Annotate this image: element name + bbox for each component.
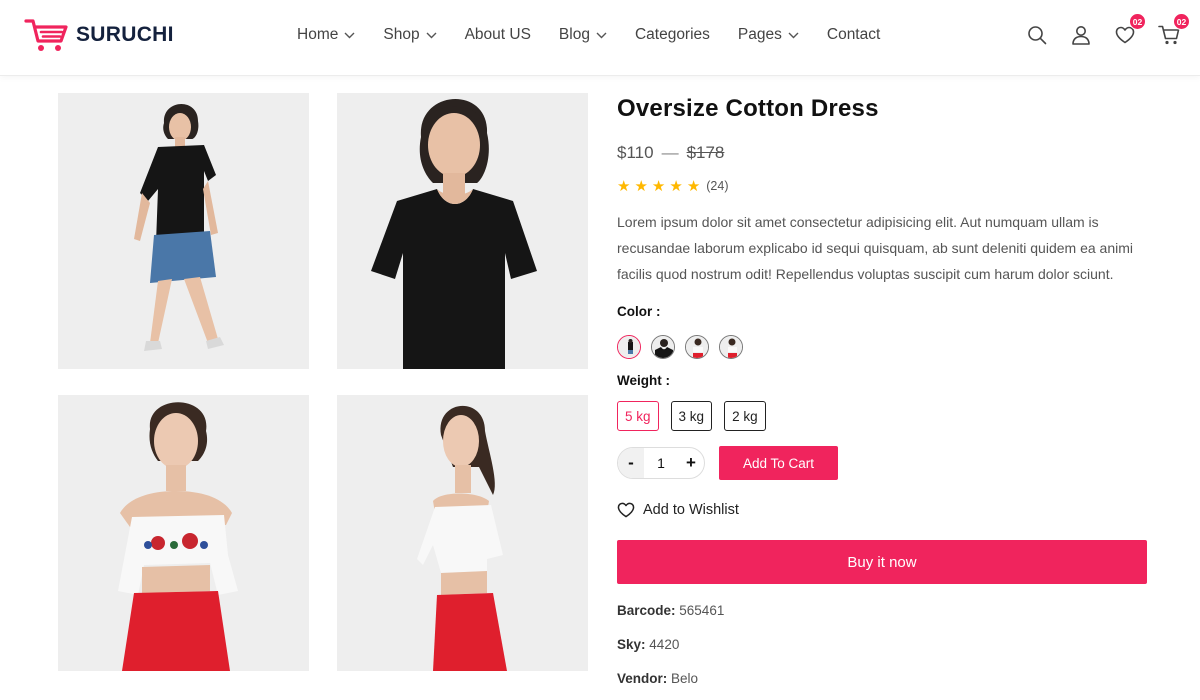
nav-categories[interactable]: Categories	[635, 26, 710, 44]
vendor-row: Vendor: Belo	[617, 671, 698, 686]
star-icon: ★	[617, 178, 631, 195]
sky-value: 4420	[649, 637, 680, 652]
nav-home[interactable]: Home	[297, 26, 355, 44]
color-label: Color :	[617, 304, 661, 319]
nav-about-label: About US	[464, 26, 531, 43]
heart-icon	[617, 502, 635, 518]
barcode-row: Barcode: 565461	[617, 603, 724, 618]
brand-name: SURUCHI	[76, 23, 174, 46]
cart-button[interactable]: 02	[1156, 13, 1190, 48]
user-icon	[1072, 26, 1090, 45]
add-to-wishlist-link[interactable]: Add to Wishlist	[617, 502, 739, 518]
nav-contact[interactable]: Contact	[827, 26, 880, 44]
swatch-thumbnail	[720, 336, 742, 358]
cart-count-badge: 02	[1173, 13, 1190, 30]
model-black-tee-closeup-image	[337, 93, 588, 369]
chevron-down-icon	[596, 32, 607, 38]
search-button[interactable]	[1024, 22, 1050, 48]
site-header: SURUCHI Home Shop About US Blog Categori…	[0, 0, 1200, 76]
nav-pages-label: Pages	[737, 26, 782, 43]
nav-shop[interactable]: Shop	[383, 26, 437, 44]
nav-categories-label: Categories	[634, 26, 710, 43]
product-image-1[interactable]	[58, 93, 309, 369]
sky-row: Sky: 4420	[617, 637, 679, 652]
chevron-down-icon	[788, 32, 799, 38]
nav-blog[interactable]: Blog	[559, 26, 607, 44]
nav-about[interactable]: About US	[465, 26, 531, 44]
model-white-offshoulder-side-image	[337, 395, 588, 671]
product-description: Lorem ipsum dolor sit amet consectetur a…	[617, 214, 1133, 282]
star-icon: ★	[686, 178, 701, 195]
color-swatch-3[interactable]	[685, 335, 709, 359]
color-swatch-2[interactable]	[651, 335, 675, 359]
color-swatches	[617, 335, 753, 359]
nav-pages[interactable]: Pages	[738, 26, 799, 44]
weight-option-2kg[interactable]: 2 kg	[724, 401, 766, 431]
buy-now-button[interactable]: Buy it now	[617, 540, 1147, 584]
weight-option-3kg[interactable]: 3 kg	[670, 401, 713, 431]
sky-label: Sky:	[617, 637, 646, 652]
logo[interactable]: SURUCHI	[24, 17, 174, 53]
nav-shop-label: Shop	[383, 26, 420, 43]
product-image-3[interactable]	[58, 395, 309, 671]
header-actions: 02 02	[1024, 13, 1200, 48]
nav-home-label: Home	[297, 26, 339, 43]
wishlist-button[interactable]: 02	[1112, 13, 1146, 48]
star-icon: ★	[634, 178, 648, 195]
vendor-label: Vendor:	[617, 671, 668, 686]
model-white-floral-offshoulder-image	[58, 395, 309, 671]
account-button[interactable]	[1068, 22, 1094, 48]
price-original: $178	[686, 143, 725, 162]
review-count[interactable]: (24)	[706, 179, 728, 193]
rating: ★ ★ ★ ★ ★ (24)	[617, 177, 729, 195]
price-current: $110	[617, 143, 654, 162]
chevron-down-icon	[426, 32, 437, 38]
star-icon: ★	[651, 178, 666, 195]
weight-option-5kg[interactable]: 5 kg	[617, 401, 659, 431]
add-to-cart-button[interactable]: Add To Cart	[719, 446, 838, 480]
color-swatch-1[interactable]	[617, 335, 641, 359]
wishlist-label: Add to Wishlist	[643, 502, 739, 518]
vendor-value[interactable]: Belo	[671, 671, 698, 686]
product-image-4[interactable]	[337, 395, 588, 671]
quantity-value[interactable]: 1	[657, 455, 665, 471]
weight-label: Weight :	[617, 373, 670, 388]
swatch-thumbnail	[686, 336, 708, 358]
product-title: Oversize Cotton Dress	[617, 95, 879, 122]
wishlist-count-badge: 02	[1129, 13, 1146, 30]
nav-contact-label: Contact	[826, 26, 881, 43]
search-icon	[1028, 26, 1047, 45]
weight-options: 5 kg 3 kg 2 kg	[617, 401, 778, 431]
model-black-tee-denim-skirt-image	[58, 93, 309, 369]
nav-blog-label: Blog	[558, 26, 590, 43]
product-image-2[interactable]	[337, 93, 588, 369]
barcode-label: Barcode:	[617, 603, 676, 618]
price: $110 — $178	[617, 143, 724, 163]
quantity-increase-button[interactable]: +	[678, 448, 704, 478]
quantity-decrease-button[interactable]: -	[618, 448, 644, 478]
main-nav: Home Shop About US Blog Categories Pages…	[297, 26, 908, 44]
swatch-thumbnail	[618, 336, 640, 358]
cart-logo-icon	[24, 19, 68, 51]
chevron-down-icon	[344, 32, 355, 38]
star-icon: ★	[669, 178, 683, 195]
price-separator: —	[661, 143, 679, 162]
quantity-stepper: - 1 +	[617, 447, 705, 479]
color-swatch-4[interactable]	[719, 335, 743, 359]
barcode-value: 565461	[679, 603, 725, 618]
swatch-thumbnail	[652, 336, 674, 358]
